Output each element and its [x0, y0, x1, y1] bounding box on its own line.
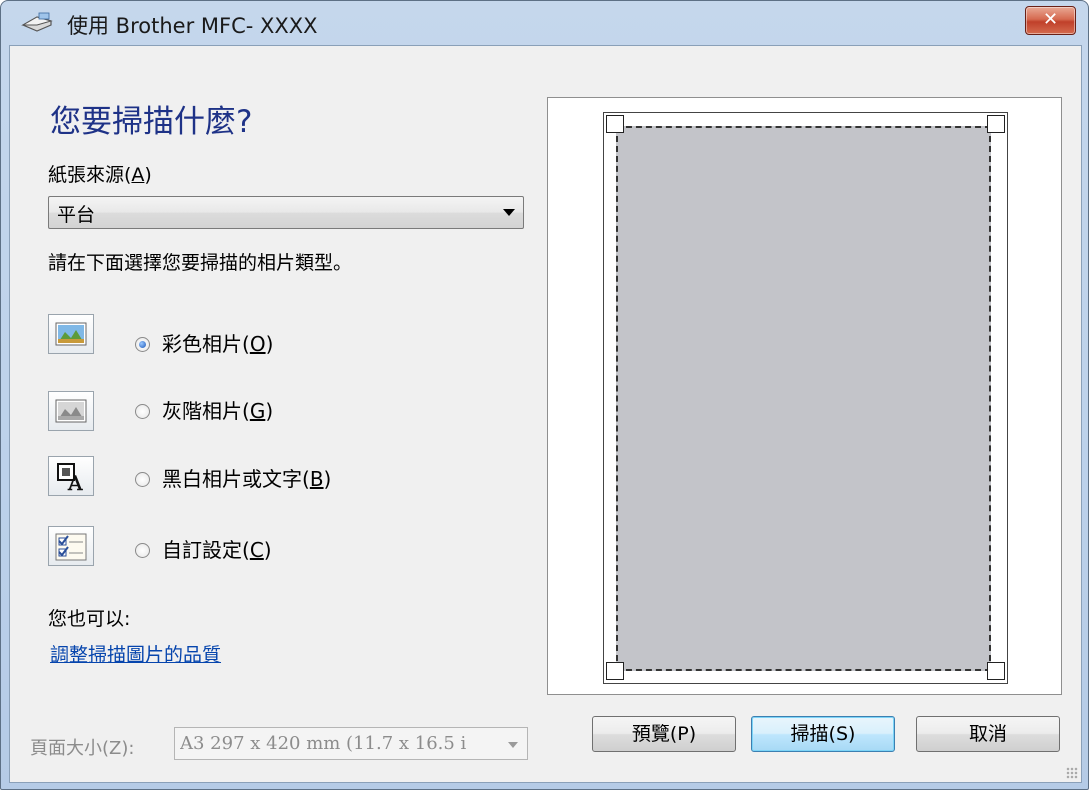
adjust-quality-link[interactable]: 調整掃描圖片的品質	[50, 640, 221, 667]
color-picture-icon[interactable]	[48, 314, 94, 354]
scan-region[interactable]	[616, 126, 991, 671]
scan-dialog: 使用 Brother MFC- XXXX ✕ 您要掃描什麼? 紙張來源(A) 平…	[0, 0, 1089, 790]
scan-preview-pane	[547, 97, 1062, 695]
paper-source-value: 平台	[57, 204, 96, 226]
page-size-select: A3 297 x 420 mm (11.7 x 16.5 i	[174, 727, 528, 760]
black-white-text-radio[interactable]	[135, 472, 150, 487]
crop-handle-bottom-right[interactable]	[987, 662, 1005, 680]
page-size-value: A3 297 x 420 mm (11.7 x 16.5 i	[180, 733, 467, 754]
dialog-body: 您要掃描什麼? 紙張來源(A) 平台 請在下面選擇您要掃描的相片類型。 彩色相片…	[9, 45, 1082, 783]
scanner-icon	[21, 12, 53, 32]
grayscale-picture-icon[interactable]	[48, 391, 94, 431]
crop-handle-top-right[interactable]	[987, 115, 1005, 133]
cancel-button[interactable]: 取消	[916, 716, 1060, 752]
svg-text:A: A	[67, 471, 83, 492]
crop-handle-top-left[interactable]	[606, 115, 624, 133]
crop-handle-bottom-left[interactable]	[606, 662, 624, 680]
preview-button[interactable]: 預覽(P)	[592, 716, 736, 752]
page-title: 您要掃描什麼?	[50, 104, 253, 140]
resize-grip[interactable]	[1066, 767, 1078, 779]
grayscale-picture-radio[interactable]	[135, 404, 150, 419]
paper-source-label: 紙張來源(A)	[48, 164, 152, 186]
instruction-text: 請在下面選擇您要掃描的相片類型。	[48, 252, 353, 274]
custom-settings-label[interactable]: 自訂設定(C)	[162, 534, 272, 563]
page-size-label: 頁面大小(Z):	[30, 738, 135, 759]
custom-settings-radio[interactable]	[135, 543, 150, 558]
grayscale-picture-label[interactable]: 灰階相片(G)	[162, 395, 273, 424]
black-white-text-label[interactable]: 黑白相片或文字(B)	[162, 463, 331, 492]
scan-page	[603, 112, 1008, 684]
scan-button[interactable]: 掃描(S)	[751, 716, 895, 752]
chevron-down-icon	[508, 742, 518, 748]
custom-settings-icon[interactable]	[48, 526, 94, 566]
window-title: 使用 Brother MFC- XXXX	[67, 14, 318, 38]
close-button[interactable]: ✕	[1025, 6, 1076, 35]
title-bar: 使用 Brother MFC- XXXX ✕	[1, 1, 1088, 45]
black-white-text-icon[interactable]: A	[48, 456, 94, 496]
paper-source-select[interactable]: 平台	[48, 196, 524, 229]
color-picture-radio[interactable]	[135, 337, 150, 352]
chevron-down-icon	[503, 209, 515, 216]
color-picture-label[interactable]: 彩色相片(O)	[162, 328, 273, 357]
also-label: 您也可以:	[48, 608, 131, 630]
